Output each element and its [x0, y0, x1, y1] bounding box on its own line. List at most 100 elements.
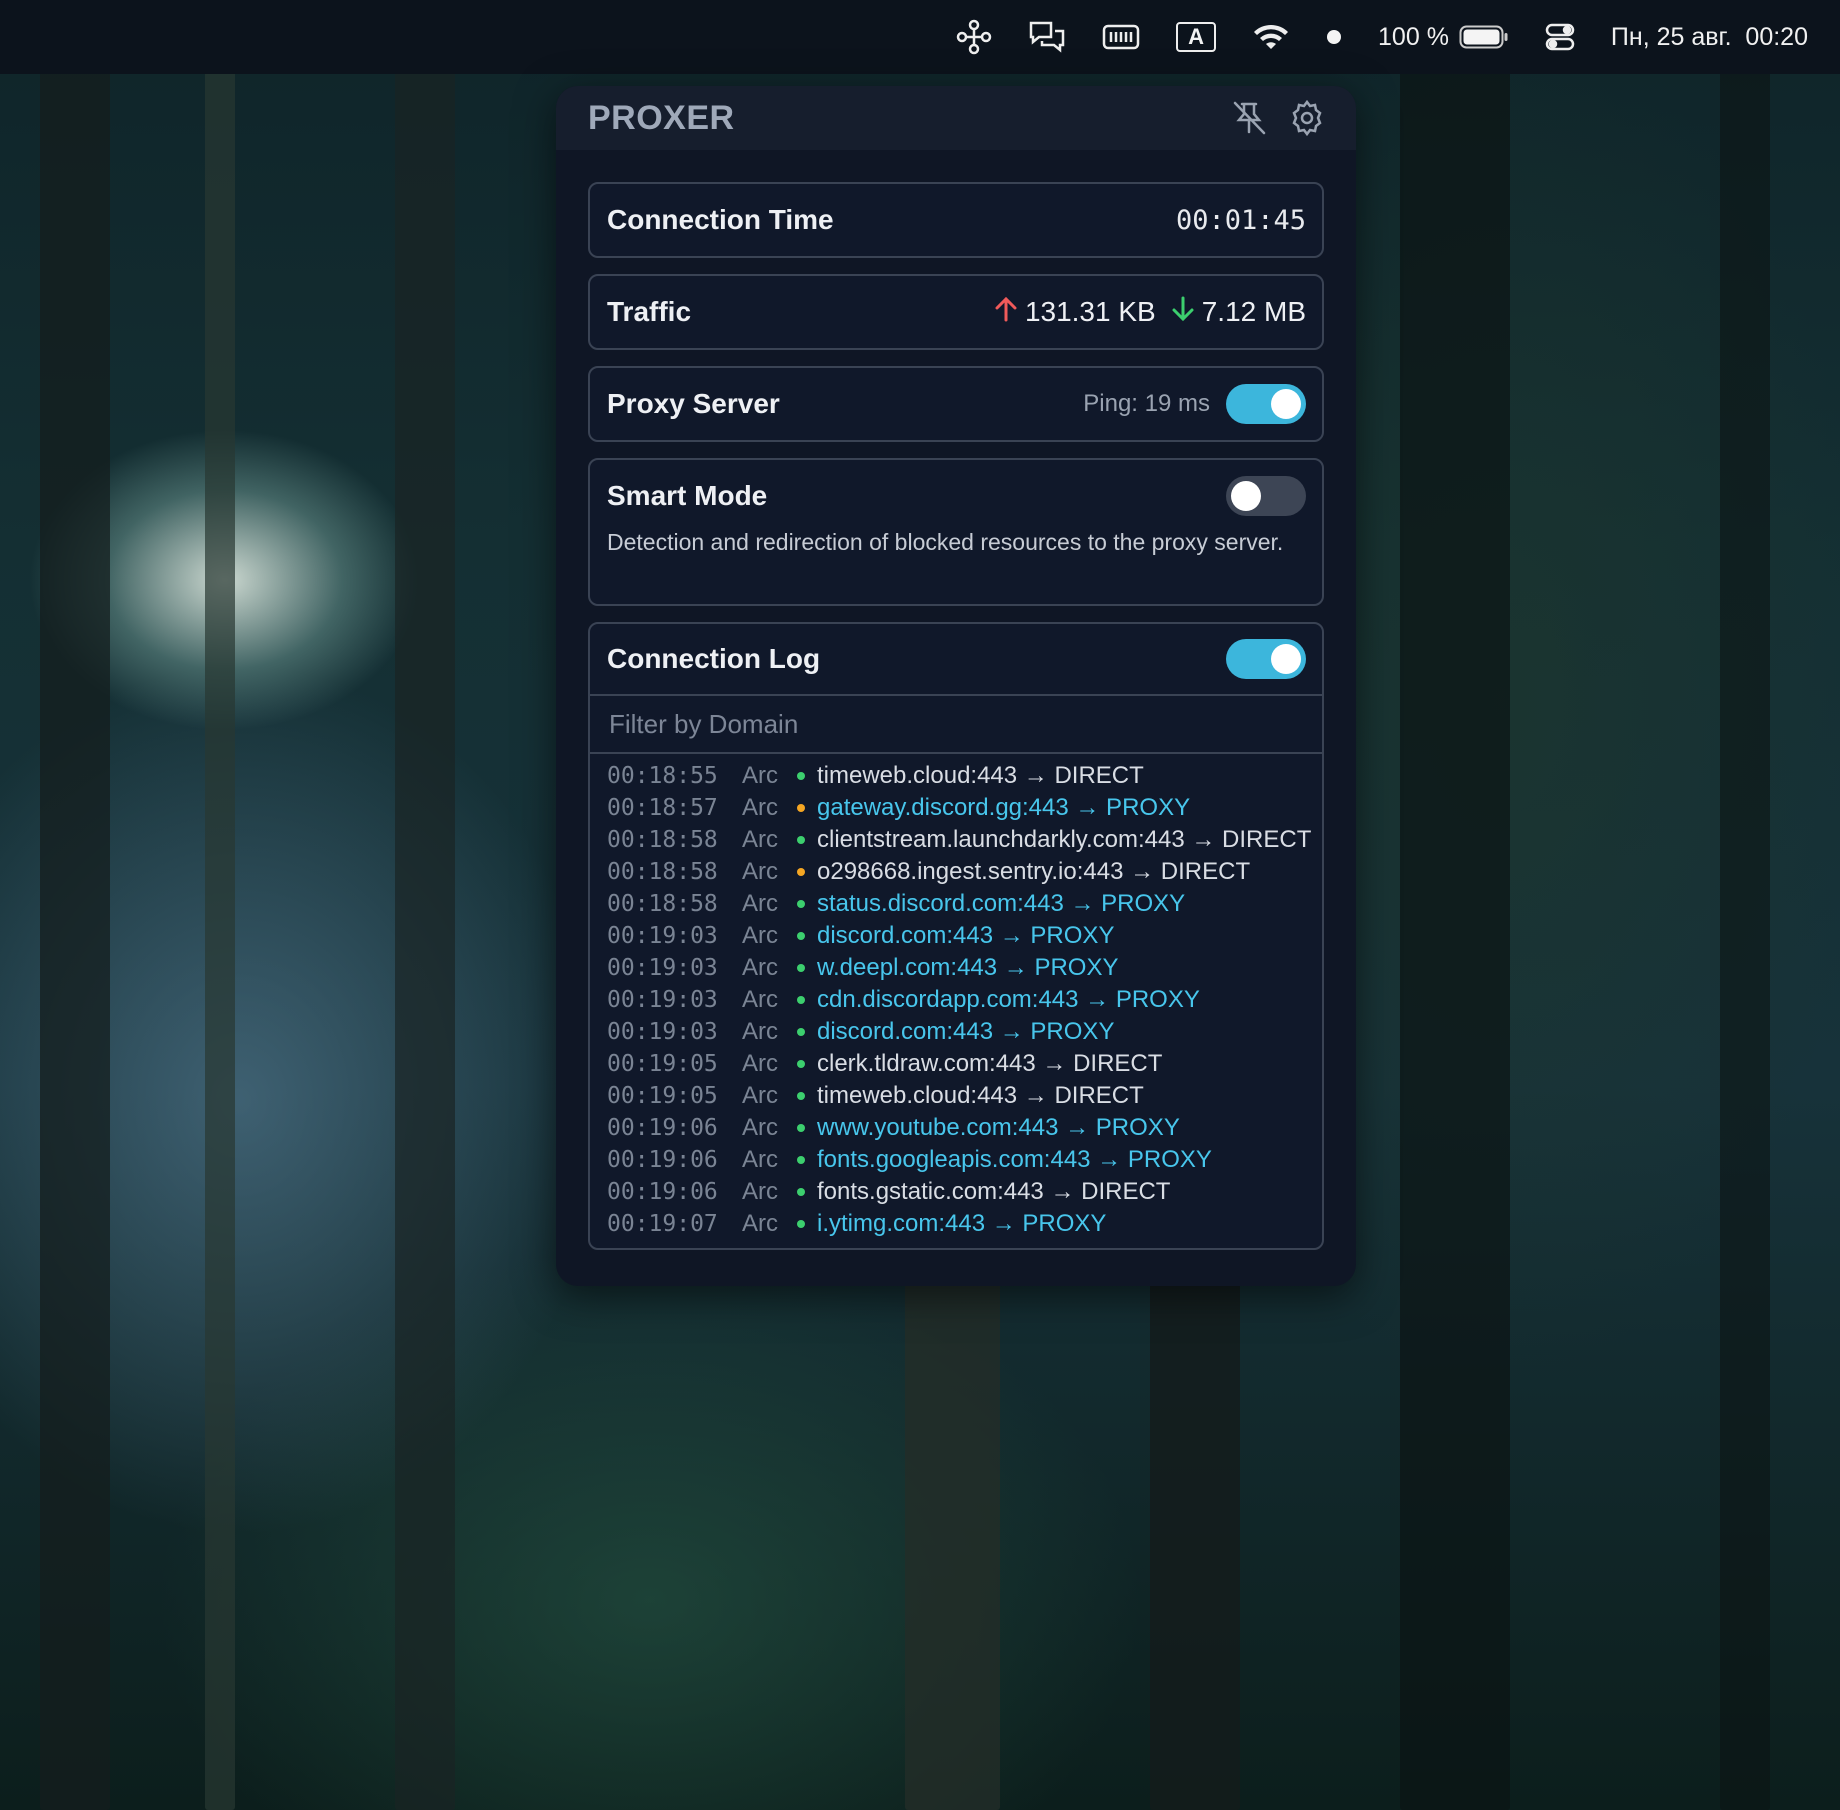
log-entry-app: Arc — [742, 1114, 778, 1141]
connection-log-label: Connection Log — [607, 643, 821, 674]
battery-icon[interactable] — [1459, 24, 1509, 50]
log-entry: 00:19:03 Arc w.deepl.com:443 → PROXY — [590, 952, 1322, 984]
record-dot-icon[interactable] — [1326, 29, 1342, 45]
status-dot-icon — [797, 868, 805, 876]
status-dot-icon — [797, 804, 805, 812]
log-entry-destination: fonts.gstatic.com:443 → DIRECT — [817, 1178, 1171, 1205]
proxy-server-toggle[interactable] — [1226, 384, 1306, 424]
download-arrow-icon — [1170, 295, 1202, 330]
log-entry-time: 00:19:05 — [607, 1051, 718, 1077]
log-entry-app: Arc — [742, 954, 778, 981]
log-entry-app: Arc — [742, 986, 778, 1013]
status-dot-icon — [797, 1124, 805, 1132]
log-entry-time: 00:19:03 — [607, 955, 718, 981]
log-entry-app: Arc — [742, 826, 778, 853]
status-dot-icon — [797, 964, 805, 972]
connection-log-toggle[interactable] — [1226, 639, 1306, 679]
status-dot-icon — [797, 1220, 805, 1228]
filter-by-domain-input[interactable] — [607, 707, 1291, 741]
log-entry-time: 00:19:05 — [607, 1083, 718, 1109]
network-nodes-icon[interactable] — [956, 19, 992, 55]
log-entry-time: 00:18:58 — [607, 827, 718, 853]
log-entry: 00:19:03 Arc discord.com:443 → PROXY — [590, 1016, 1322, 1048]
log-entry-destination: timeweb.cloud:443 → DIRECT — [817, 1082, 1144, 1109]
log-entry: 00:18:58 Arc o298668.ingest.sentry.io:443 … — [590, 856, 1322, 888]
connection-time-card: Connection Time 00:01:45 — [588, 182, 1324, 258]
status-dot-icon — [797, 1156, 805, 1164]
log-entry-destination: fonts.googleapis.com:443 → PROXY — [817, 1146, 1212, 1173]
log-entry-time: 00:18:55 — [607, 763, 718, 789]
log-entry-app: Arc — [742, 1050, 778, 1077]
status-dot-icon — [797, 1028, 805, 1036]
ping-value: Ping: 19 ms — [1083, 390, 1210, 417]
log-entry-app: Arc — [742, 1082, 778, 1109]
log-entry-destination: i.ytimg.com:443 → PROXY — [817, 1210, 1107, 1237]
control-center-icon[interactable] — [1545, 23, 1575, 51]
smart-mode-toggle[interactable] — [1226, 476, 1306, 516]
upload-value: 131.31 KB — [1024, 296, 1156, 327]
log-entry-destination: clerk.tldraw.com:443 → DIRECT — [817, 1050, 1163, 1077]
download-value: 7.12 MB — [1201, 296, 1306, 327]
smart-mode-card: Smart Mode Detection and redirection of … — [588, 458, 1324, 606]
log-entry-time: 00:19:03 — [607, 923, 718, 949]
connection-time-value: 00:01:45 — [1175, 204, 1306, 236]
keyboard-memory-icon[interactable] — [1102, 23, 1140, 51]
connection-time-label: Connection Time — [607, 204, 834, 235]
proxer-popover: PROXER Connection Time 00:01:45 Traffic … — [556, 86, 1356, 1286]
log-entry-app: Arc — [742, 890, 778, 917]
log-entry: 00:19:05 Arc clerk.tldraw.com:443 → DIRECT — [590, 1048, 1322, 1080]
log-entry-destination: gateway.discord.gg:443 → PROXY — [817, 794, 1191, 821]
proxy-server-card: Proxy Server Ping: 19 ms — [588, 366, 1324, 442]
traffic-label: Traffic — [607, 296, 692, 327]
wifi-icon[interactable] — [1252, 22, 1290, 52]
log-entry-app: Arc — [742, 858, 778, 885]
settings-gear-icon[interactable] — [1288, 99, 1326, 137]
connection-log-list[interactable]: 00:18:55 Arc timeweb.cloud:443 → DIRECT 00:… — [590, 754, 1322, 1248]
log-entry-destination: discord.com:443 → PROXY — [817, 1018, 1115, 1045]
status-dot-icon — [797, 1188, 805, 1196]
filter-row — [590, 696, 1322, 754]
log-entry-app: Arc — [742, 762, 778, 789]
log-entry-destination: o298668.ingest.sentry.io:443 → DIRECT — [817, 858, 1251, 885]
log-entry: 00:18:58 Arc clientstream.launchdarkly.com… — [590, 824, 1322, 856]
log-entry: 00:19:03 Arc cdn.discordapp.com:443 → PROX… — [590, 984, 1322, 1016]
log-entry-destination: discord.com:443 → PROXY — [817, 922, 1115, 949]
menu-bar: A 100 % Пн, 25 авг. 00:20 — [0, 0, 1840, 74]
log-entry-destination: clientstream.launchdarkly.com:443 → DIRE… — [817, 826, 1312, 853]
proxy-server-label: Proxy Server — [607, 388, 780, 419]
unpin-icon[interactable] — [1230, 99, 1268, 137]
status-dot-icon — [797, 836, 805, 844]
chat-bubbles-icon[interactable] — [1028, 20, 1066, 54]
log-entry-time: 00:19:06 — [607, 1179, 718, 1205]
status-dot-icon — [797, 1060, 805, 1068]
connection-log-card: Connection Log 00:18:55 Arc timeweb.cloud:… — [588, 622, 1324, 1250]
toggle-knob — [1271, 389, 1301, 419]
log-entry: 00:18:57 Arc gateway.discord.gg:443 → PROX… — [590, 792, 1322, 824]
log-entry: 00:19:03 Arc discord.com:443 → PROXY — [590, 920, 1322, 952]
log-entry-time: 00:19:03 — [607, 987, 718, 1013]
log-entry-destination: timeweb.cloud:443 → DIRECT — [817, 762, 1144, 789]
log-entry-app: Arc — [742, 794, 778, 821]
connection-log-header: Connection Log — [590, 624, 1322, 696]
battery-percent: 100 % — [1378, 22, 1449, 51]
menubar-clock[interactable]: Пн, 25 авг. 00:20 — [1611, 23, 1808, 52]
log-entry: 00:19:06 Arc www.youtube.com:443 → PROXY — [590, 1112, 1322, 1144]
status-dot-icon — [797, 932, 805, 940]
log-entry-destination: w.deepl.com:443 → PROXY — [817, 954, 1119, 981]
log-entry-destination: status.discord.com:443 → PROXY — [817, 890, 1186, 917]
log-entry-time: 00:19:06 — [607, 1147, 718, 1173]
log-entry: 00:19:05 Arc timeweb.cloud:443 → DIRECT — [590, 1080, 1322, 1112]
log-entry-time: 00:19:06 — [607, 1115, 718, 1141]
log-entry-time: 00:19:03 — [607, 1019, 718, 1045]
log-entry-time: 00:18:58 — [607, 891, 718, 917]
traffic-card: Traffic 131.31 KB 7.12 MB — [588, 274, 1324, 350]
status-dot-icon — [797, 996, 805, 1004]
input-source-icon[interactable]: A — [1176, 22, 1217, 52]
log-entry-time: 00:18:57 — [607, 795, 718, 821]
toggle-knob — [1231, 481, 1261, 511]
log-entry: 00:19:06 Arc fonts.gstatic.com:443 → DIREC… — [590, 1176, 1322, 1208]
log-entry-app: Arc — [742, 922, 778, 949]
toggle-knob — [1271, 644, 1301, 674]
status-dot-icon — [797, 1092, 805, 1100]
log-entry: 00:18:58 Arc status.discord.com:443 → PROX… — [590, 888, 1322, 920]
